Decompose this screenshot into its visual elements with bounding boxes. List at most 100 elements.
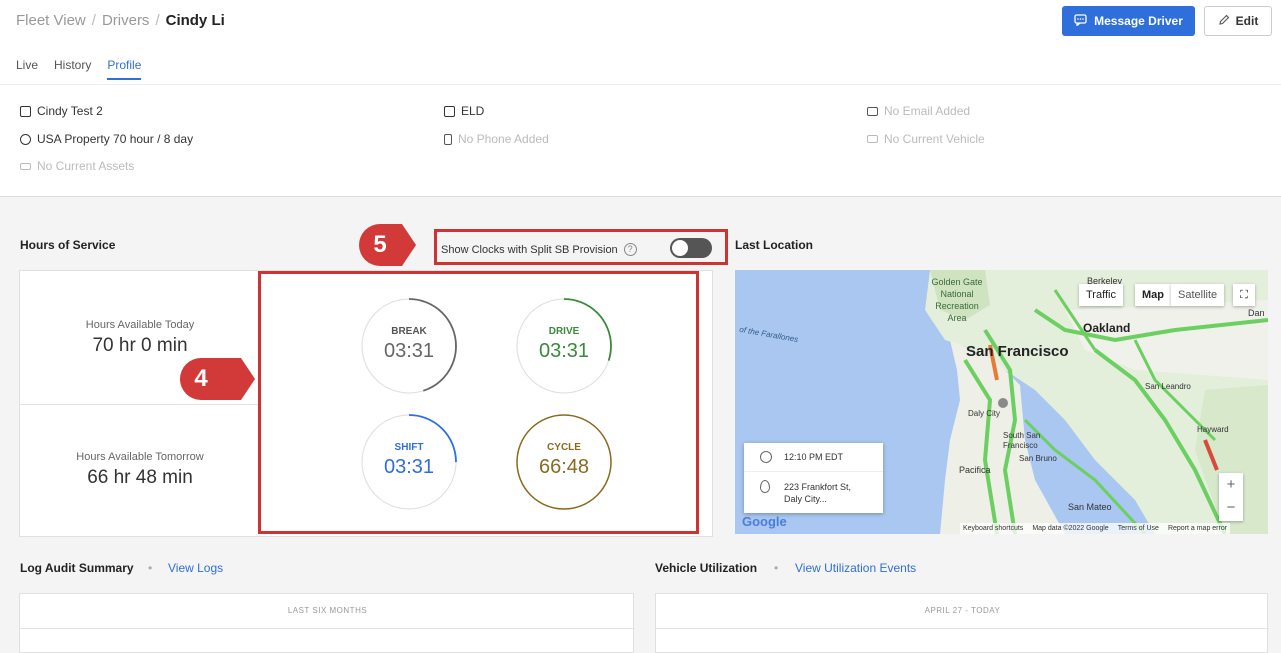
breadcrumb-drivers[interactable]: Drivers: [102, 12, 150, 29]
map-label-dan: Dan: [1248, 308, 1265, 318]
range-separator: -: [965, 606, 969, 615]
range-end: TODAY: [971, 606, 1001, 615]
map-label-pacifica: Pacifica: [959, 465, 991, 475]
location-address-line1: 223 Frankfort St,: [784, 482, 852, 492]
hos-divider: [20, 404, 260, 405]
callout-highlight-5: [434, 229, 728, 265]
tab-profile[interactable]: Profile: [107, 58, 142, 80]
drive-clock: DRIVE 03:31: [516, 298, 612, 394]
map-view[interactable]: San Francisco Oakland Berkeley Golden Ga…: [735, 270, 1268, 534]
map-label-oakland: Oakland: [1083, 321, 1131, 335]
log-type-value: ELD: [461, 104, 485, 118]
hours-today-value: 70 hr 0 min: [92, 335, 188, 356]
mail-icon: [867, 106, 878, 116]
location-address: 223 Frankfort St, Daly City...: [784, 481, 851, 505]
report-error-link[interactable]: Report a map error: [1168, 525, 1227, 532]
clock-label: CYCLE: [547, 442, 581, 453]
traffic-layer-button[interactable]: Traffic: [1079, 284, 1123, 306]
vehicle-util-range: APRIL 27 - TODAY: [656, 606, 1269, 615]
callout-badge-5: 5: [358, 222, 416, 268]
callout-number-5: 5: [373, 231, 387, 258]
driver-name-info: Cindy Test 2: [20, 104, 103, 118]
log-audit-range: LAST SIX MONTHS: [287, 606, 368, 615]
truck-icon: [867, 135, 878, 143]
google-logo: Google: [742, 514, 787, 529]
hours-today: Hours Available Today 70 hr 0 min: [20, 319, 260, 357]
ruleset-value: USA Property 70 hour / 8 day: [37, 132, 194, 146]
clock-time: 03:31: [383, 340, 435, 362]
trailer-icon: [20, 162, 31, 170]
edit-label: Edit: [1235, 14, 1259, 28]
map-label-hayward: Hayward: [1197, 425, 1229, 434]
clock-time: 03:31: [383, 456, 435, 478]
vehicle-util-title: Vehicle Utilization: [655, 561, 758, 575]
callout-badge-4: 4: [179, 356, 255, 402]
view-logs-link[interactable]: View Logs: [168, 561, 223, 575]
clock-label: SHIFT: [394, 442, 424, 453]
map-label-sanbruno: San Bruno: [1019, 454, 1057, 463]
id-card-icon: [20, 105, 31, 117]
range-start: APRIL 27: [924, 606, 963, 615]
tab-divider: [0, 84, 1281, 85]
ruleset-icon: [20, 133, 31, 145]
hours-today-label: Hours Available Today: [85, 319, 195, 331]
title-separator: •: [774, 561, 779, 575]
infocard-divider: [744, 471, 883, 472]
profile-tabs: Live History Profile: [16, 58, 142, 80]
clock-icon: [760, 451, 772, 463]
zoom-control: + −: [1219, 473, 1243, 521]
callout-number-4: 4: [194, 365, 208, 392]
message-driver-button[interactable]: Message Driver: [1062, 6, 1195, 36]
phone-value: No Phone Added: [458, 132, 549, 146]
breadcrumb: Fleet View / Drivers / Cindy Li: [16, 12, 225, 29]
email-info: No Email Added: [867, 104, 970, 118]
edit-button[interactable]: Edit: [1204, 6, 1272, 36]
break-clock: BREAK 03:31: [361, 298, 457, 394]
log-icon: [444, 105, 455, 117]
cycle-clock: CYCLE 66:48: [516, 414, 612, 510]
assets-value: No Current Assets: [37, 159, 135, 173]
log-audit-title: Log Audit Summary: [20, 561, 134, 575]
location-infocard: 12:10 PM EDT 223 Frankfort St, Daly City…: [744, 443, 883, 513]
vehicle-value: No Current Vehicle: [884, 132, 985, 146]
keyboard-shortcuts-link[interactable]: Keyboard shortcuts: [963, 525, 1023, 532]
tab-live[interactable]: Live: [16, 58, 38, 80]
ruleset-info: USA Property 70 hour / 8 day: [20, 132, 193, 146]
location-time: 12:10 PM EDT: [784, 452, 844, 462]
breadcrumb-fleet-view[interactable]: Fleet View: [16, 12, 86, 29]
page-title: Cindy Li: [165, 12, 225, 29]
fullscreen-icon[interactable]: ⛶: [1233, 284, 1255, 306]
vehicle-info: No Current Vehicle: [867, 132, 985, 146]
pencil-icon: [1218, 14, 1230, 29]
hos-title: Hours of Service: [20, 238, 116, 252]
log-type-info: ELD: [444, 104, 484, 118]
zoom-in-button[interactable]: +: [1219, 473, 1243, 497]
clock-label: DRIVE: [548, 326, 580, 337]
tab-history[interactable]: History: [54, 58, 91, 80]
map-label-sf: San Francisco: [966, 343, 1069, 360]
map-label-ssf: South San Francisco: [1003, 431, 1041, 450]
email-value: No Email Added: [884, 104, 971, 118]
title-separator: •: [148, 561, 153, 575]
log-audit-panel: LAST SIX MONTHS: [19, 593, 635, 653]
clock-label: BREAK: [391, 326, 427, 337]
map-label-daly: Daly City: [968, 409, 1001, 418]
map-data-text: Map data ©2022 Google: [1032, 525, 1109, 532]
phone-icon: [444, 133, 452, 145]
panel-divider: [20, 628, 635, 629]
map-label-ggnra: Golden Gate National Recreation Area: [931, 277, 983, 323]
terms-link[interactable]: Terms of Use: [1118, 525, 1159, 532]
zoom-out-button[interactable]: −: [1219, 497, 1243, 521]
callout-highlight-4: [258, 271, 699, 534]
hours-tomorrow: Hours Available Tomorrow 66 hr 48 min: [20, 451, 260, 489]
shift-clock: SHIFT 03:31: [361, 414, 457, 510]
map-attribution: Keyboard shortcuts Map data ©2022 Google…: [960, 523, 1231, 534]
view-utilization-link[interactable]: View Utilization Events: [795, 561, 916, 575]
map-type-map-button[interactable]: Map: [1135, 284, 1171, 306]
hours-tomorrow-label: Hours Available Tomorrow: [76, 451, 204, 463]
clock-time: 66:48: [538, 456, 590, 478]
clock-time: 03:31: [538, 340, 590, 362]
breadcrumb-separator: /: [155, 12, 160, 29]
last-location-title: Last Location: [735, 238, 814, 252]
map-type-satellite-button[interactable]: Satellite: [1171, 284, 1225, 306]
